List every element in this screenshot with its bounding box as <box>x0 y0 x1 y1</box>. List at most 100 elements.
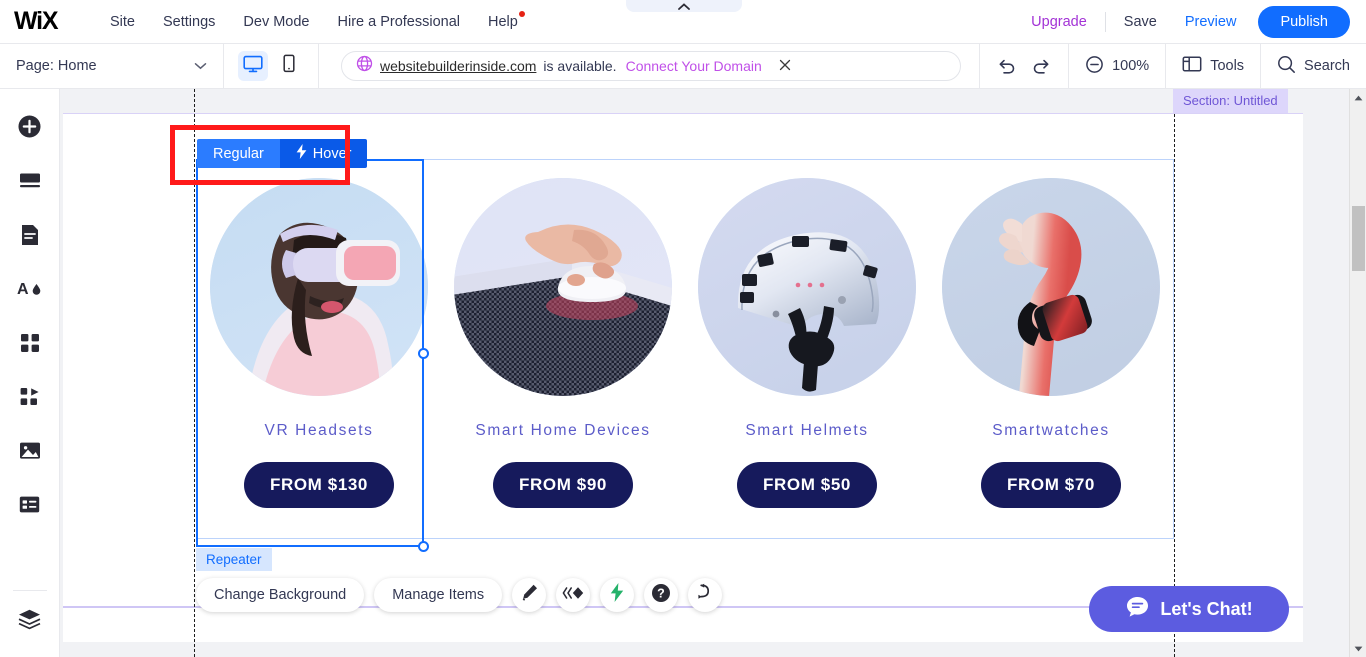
product-price-button[interactable]: FROM $50 <box>737 462 877 508</box>
state-tab-regular[interactable]: Regular <box>197 139 280 168</box>
topnav-item-site[interactable]: Site <box>96 8 149 36</box>
scroll-up-arrow[interactable] <box>1350 89 1366 106</box>
change-background-button[interactable]: Change Background <box>196 578 365 612</box>
zoom-control[interactable]: 100% <box>1085 55 1149 78</box>
mobile-view-button[interactable] <box>274 51 304 81</box>
topnav-item-dev-mode[interactable]: Dev Mode <box>229 8 323 36</box>
product-title: Smart Home Devices <box>475 422 651 439</box>
chat-widget-label: Let's Chat! <box>1160 598 1253 619</box>
product-card[interactable]: Smart Helmets FROM $50 <box>685 160 929 538</box>
manage-items-button[interactable]: Manage Items <box>374 578 503 612</box>
undo-icon[interactable] <box>996 56 1017 76</box>
smart-home-photo <box>454 178 672 396</box>
sidebar-item-apps[interactable] <box>10 325 50 365</box>
sidebar-item-app-market[interactable] <box>10 379 50 419</box>
topnav-item-help[interactable]: Help <box>474 8 532 36</box>
product-price-button[interactable]: FROM $130 <box>244 462 394 508</box>
plus-circle-icon <box>17 114 42 144</box>
interactions-button[interactable] <box>600 578 635 612</box>
preview-button[interactable]: Preview <box>1171 8 1251 36</box>
editor-canvas[interactable]: Section: Untitled VR Headsets FROM $130 … <box>60 89 1349 657</box>
product-image[interactable] <box>454 178 672 396</box>
globe-icon <box>356 55 373 77</box>
mobile-icon <box>282 54 296 78</box>
connect-data-button[interactable] <box>688 578 723 612</box>
product-card[interactable]: Smartwatches FROM $70 <box>929 160 1173 538</box>
component-name-badge[interactable]: Repeater <box>196 548 272 571</box>
toolbar-right-group: 100% Tools Search <box>979 44 1366 88</box>
sidebar-item-pages[interactable] <box>10 217 50 257</box>
product-title: Smart Helmets <box>745 422 869 439</box>
connect-data-icon <box>696 583 714 607</box>
top-navigation: Site Settings Dev Mode Hire a Profession… <box>96 8 532 36</box>
interactions-lightning-icon <box>610 583 624 607</box>
search-label: Search <box>1304 58 1350 74</box>
page-selector-label: Page: Home <box>16 58 97 74</box>
domain-name-link[interactable]: websitebuilderinside.com <box>380 58 536 74</box>
lightning-icon <box>296 144 307 163</box>
product-image[interactable] <box>942 178 1160 396</box>
sidebar-item-site-design[interactable]: A <box>10 271 50 311</box>
sidebar-item-add-elements[interactable] <box>10 109 50 149</box>
component-toolbar: Change Background Manage Items ? <box>196 578 723 612</box>
sidebar-item-cms[interactable] <box>10 487 50 527</box>
scrollbar-thumb[interactable] <box>1352 206 1365 271</box>
product-image[interactable] <box>210 178 428 396</box>
search-button[interactable]: Search <box>1277 55 1350 78</box>
product-price-button[interactable]: FROM $90 <box>493 462 633 508</box>
viewport-switcher <box>224 44 319 88</box>
connect-your-domain-link[interactable]: Connect Your Domain <box>626 58 762 74</box>
topnav-item-hire-a-professional[interactable]: Hire a Professional <box>324 8 475 36</box>
product-title: Smartwatches <box>992 422 1110 439</box>
collapse-toolbar-tab[interactable] <box>626 0 742 12</box>
state-tabs: Regular Hover <box>197 139 368 168</box>
publish-button[interactable]: Publish <box>1258 5 1350 38</box>
sidebar-item-add-section[interactable] <box>10 163 50 203</box>
toolbar-divider <box>1104 11 1106 32</box>
svg-text:A: A <box>17 281 29 298</box>
panels-icon <box>1182 55 1202 77</box>
save-button[interactable]: Save <box>1110 8 1171 36</box>
chat-bubble-icon <box>1125 594 1150 624</box>
redo-icon[interactable] <box>1031 56 1052 76</box>
repeater-component[interactable]: VR Headsets FROM $130 Smart Home Devices… <box>196 159 1174 539</box>
state-tab-hover[interactable]: Hover <box>279 139 368 168</box>
domain-status-text: is available. <box>543 58 617 74</box>
product-image[interactable] <box>698 178 916 396</box>
tools-button[interactable]: Tools <box>1182 55 1244 77</box>
product-price-button[interactable]: FROM $70 <box>981 462 1121 508</box>
help-button[interactable]: ? <box>644 578 679 612</box>
scroll-down-arrow[interactable] <box>1350 640 1366 657</box>
search-icon <box>1277 55 1296 78</box>
design-pen-icon <box>520 583 539 607</box>
desktop-icon <box>243 55 263 78</box>
zoom-group: 100% <box>1068 44 1165 88</box>
sidebar-item-layers[interactable] <box>10 601 50 641</box>
search-group: Search <box>1260 44 1366 88</box>
upgrade-button[interactable]: Upgrade <box>1017 8 1101 36</box>
design-button[interactable] <box>512 578 547 612</box>
product-card[interactable]: Smart Home Devices FROM $90 <box>441 160 685 538</box>
zoom-out-icon[interactable] <box>1085 55 1104 78</box>
page-icon <box>19 223 41 252</box>
close-icon[interactable] <box>779 58 791 74</box>
section-tag[interactable]: Section: Untitled <box>1173 89 1288 113</box>
zoom-level-label: 100% <box>1112 58 1150 74</box>
theme-icon: A <box>17 277 43 306</box>
page-selector[interactable]: Page: Home <box>0 44 224 88</box>
chevron-up-icon <box>678 3 690 11</box>
canvas-scrollbar[interactable] <box>1349 89 1366 657</box>
layout-guide-left <box>194 89 195 657</box>
chat-widget-button[interactable]: Let's Chat! <box>1089 586 1289 632</box>
desktop-view-button[interactable] <box>238 51 268 81</box>
top-bar: WiX Site Settings Dev Mode Hire a Profes… <box>0 0 1366 44</box>
history-group <box>979 44 1068 88</box>
tools-label: Tools <box>1210 58 1245 74</box>
animation-button[interactable] <box>556 578 591 612</box>
sidebar-item-media[interactable] <box>10 433 50 473</box>
vr-headset-photo <box>210 178 428 396</box>
state-tab-regular-label: Regular <box>213 145 264 162</box>
wix-logo[interactable]: WiX <box>14 9 70 34</box>
topnav-item-settings[interactable]: Settings <box>149 8 229 36</box>
product-card[interactable]: VR Headsets FROM $130 <box>197 160 441 538</box>
